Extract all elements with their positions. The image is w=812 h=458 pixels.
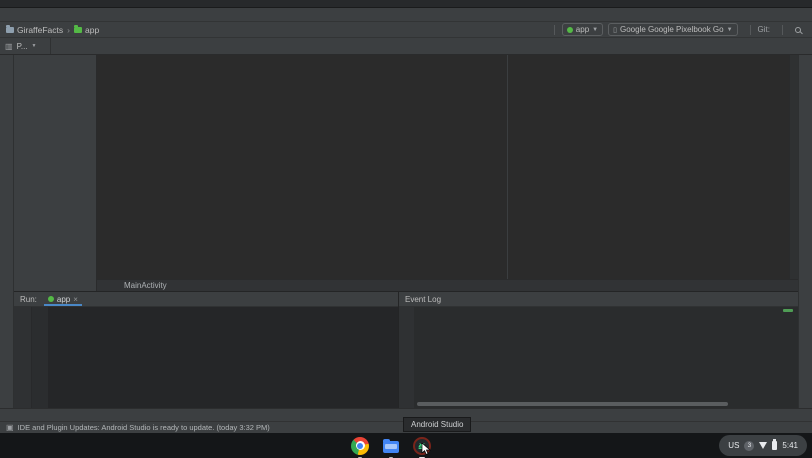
close-icon[interactable]: × [73,295,78,304]
system-shelf: US 3 5:41 [0,433,812,458]
chrome-icon [351,437,369,455]
toolbar-separator [750,25,751,35]
event-log-entries [414,307,798,408]
run-toolbar-primary [14,307,31,408]
android-studio-window: GiraffeFacts › app app ▼ ▯ Google Google… [0,0,812,458]
run-panel-title: Run: [20,295,37,304]
menu-bar [0,8,812,22]
breadcrumb-separator: › [67,25,70,35]
clock: 5:41 [782,441,798,450]
breadcrumb-module[interactable]: app [85,25,99,35]
run-tool-window: Run: app × [14,292,399,408]
system-tray[interactable]: US 3 5:41 [719,435,807,456]
event-log-title: Event Log [405,295,441,304]
run-tab-app[interactable]: app × [42,292,84,306]
tooltip-text: Android Studio [411,420,463,429]
right-tool-stripe [798,55,812,408]
notification-badge: 3 [744,441,754,451]
chevron-down-icon: ▼ [592,27,598,33]
main-toolbar: GiraffeFacts › app app ▼ ▯ Google Google… [0,22,812,38]
project-view-label: P... [17,42,28,51]
right-margin-guide [507,55,508,279]
run-toolbar-secondary [31,307,48,408]
chrome-shortcut[interactable] [350,436,370,456]
editor-scrollbar[interactable] [789,55,798,279]
android-app-icon [567,27,573,33]
android-studio-shortcut[interactable] [412,436,432,456]
keyboard-layout-indicator: US [728,441,739,450]
toolbar-actions: app ▼ ▯ Google Google Pixelbook Go ▼ Git… [547,23,806,36]
navigation-breadcrumb: GiraffeFacts › app [6,25,99,35]
left-tool-stripe [0,55,14,408]
toolbar-separator [554,25,555,35]
editor-tab-bar: ▥ P... ▼ [0,38,812,55]
event-log-toolbar [399,307,414,408]
run-config-dropdown[interactable]: app ▼ [562,23,603,36]
android-app-icon [48,296,54,302]
mouse-cursor [421,443,431,455]
search-icon[interactable] [795,27,801,33]
device-label: Google Google Pixelbook Go [620,25,724,34]
device-dropdown[interactable]: ▯ Google Google Pixelbook Go ▼ [608,23,737,36]
status-message[interactable]: IDE and Plugin Updates: Android Studio i… [18,423,270,432]
git-label: Git: [758,25,770,34]
code-editor[interactable]: MainActivity [97,55,798,291]
chevron-down-icon: ▼ [32,43,37,49]
event-log-tool-window: Event Log [399,292,798,408]
toolbar-separator [782,25,783,35]
run-console-output[interactable] [48,307,398,408]
project-folder-icon [6,27,14,33]
run-config-label: app [576,25,589,34]
wifi-icon [759,442,767,449]
editor-code-area[interactable] [97,55,789,279]
files-icon [383,441,399,453]
run-tab-label: app [57,295,70,304]
editor-breadcrumb-bar: MainActivity [97,279,798,291]
project-view-icon: ▥ [5,42,13,51]
chevron-down-icon: ▼ [727,27,733,33]
update-indicator-icon: ▣ [6,423,14,432]
device-icon: ▯ [613,26,617,34]
project-view-selector[interactable]: ▥ P... ▼ [0,38,51,54]
horizontal-scrollbar[interactable] [417,402,728,406]
battery-icon [772,441,777,450]
scrollbar-ok-mark [783,309,793,312]
breadcrumb-class[interactable]: MainActivity [124,281,167,290]
taskbar-tooltip: Android Studio [403,417,471,432]
project-tree-panel [14,55,97,291]
window-top-edge [0,0,812,8]
breadcrumb-project[interactable]: GiraffeFacts [17,25,63,35]
module-folder-icon [74,27,82,33]
files-shortcut[interactable] [381,436,401,456]
